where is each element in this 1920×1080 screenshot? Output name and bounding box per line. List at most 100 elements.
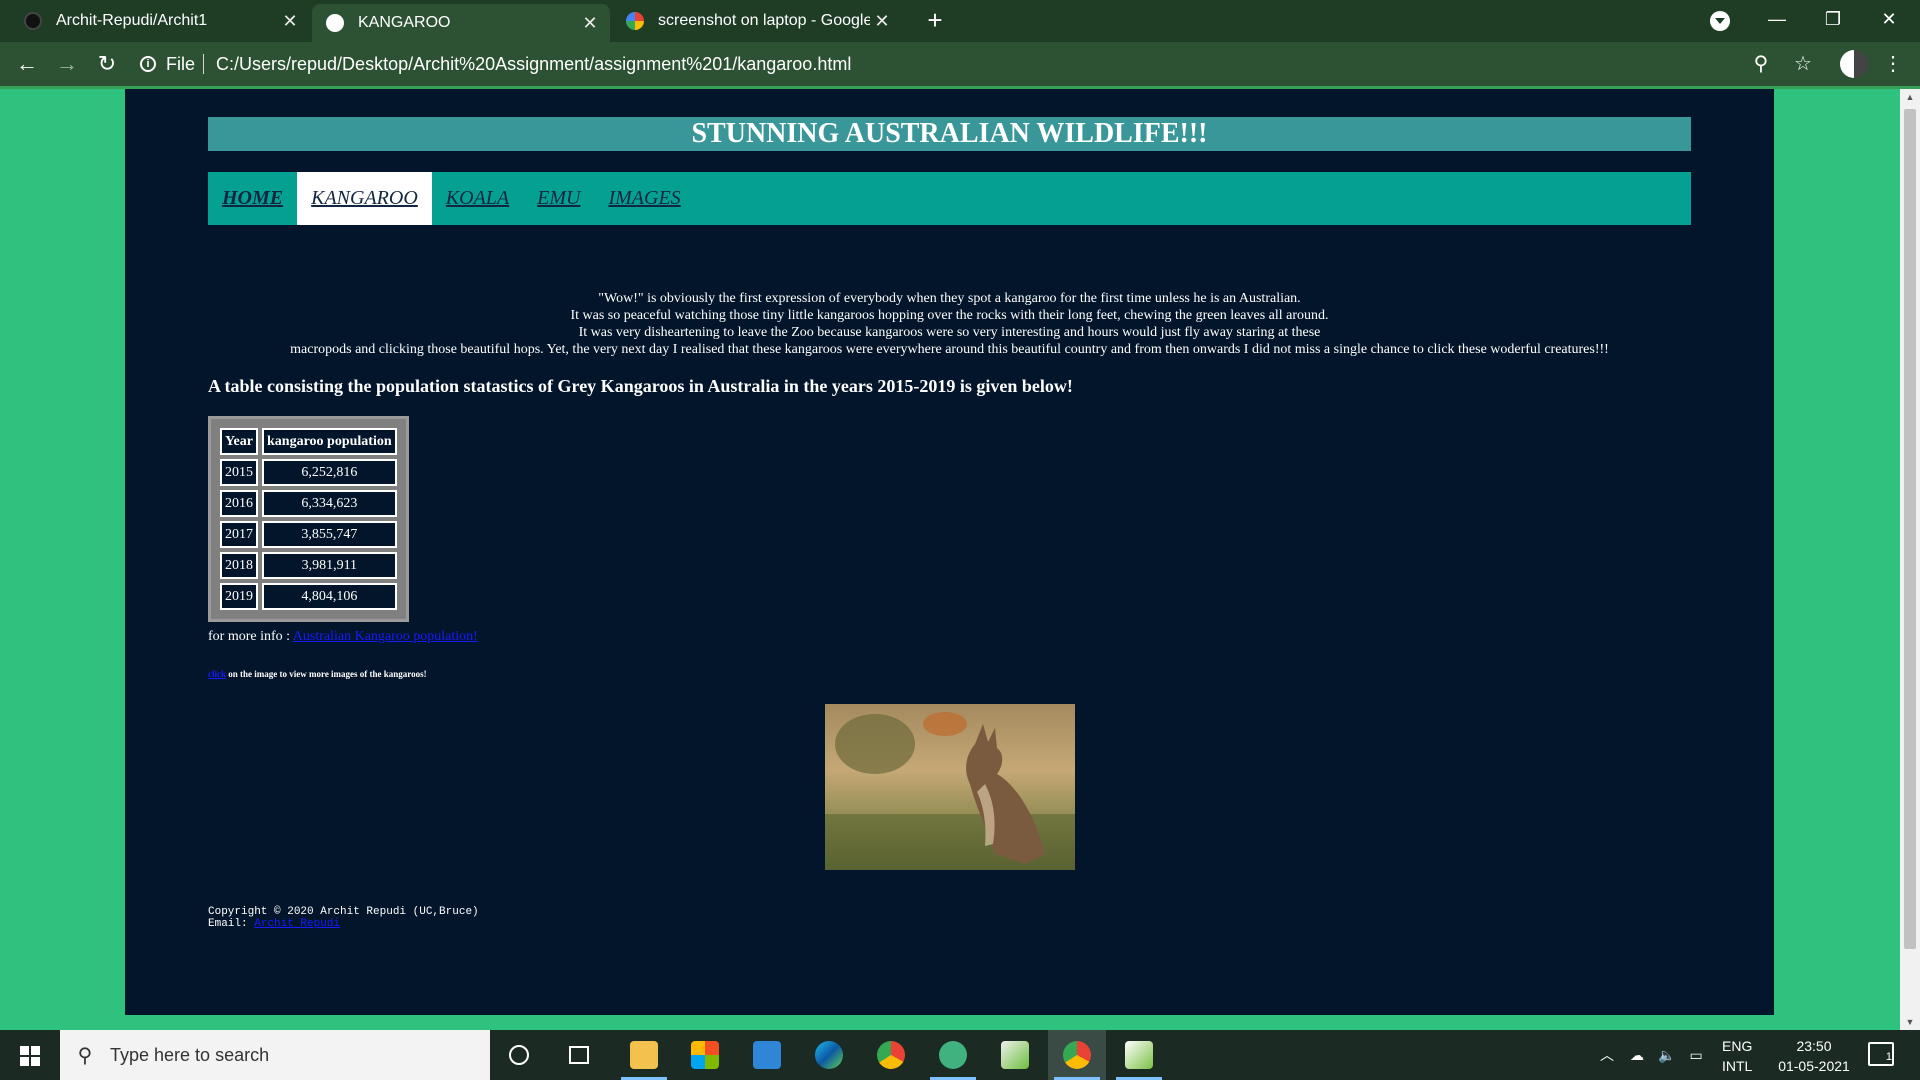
system-tray: ︿ ☁ 🔈 ▭ (1600, 1030, 1703, 1080)
browser-tab-strip: Archit-Repudi/Archit1 ✕ KANGAROO ✕ scree… (0, 0, 1920, 42)
language-indicator[interactable]: ENG INTL (1722, 1036, 1752, 1076)
scroll-down-arrow-icon[interactable]: ▼ (1900, 1014, 1920, 1030)
close-tab-icon[interactable]: ✕ (278, 11, 302, 32)
lang-bottom: INTL (1722, 1058, 1753, 1074)
intro-line: It was very disheartening to leave the Z… (578, 325, 1321, 340)
nav-emu[interactable]: EMU (523, 172, 594, 225)
address-bar[interactable]: i File C:/Users/repud/Desktop/Archit%20A… (140, 47, 1780, 81)
taskbar-chrome-active[interactable] (1048, 1030, 1106, 1080)
cell-year: 2015 (220, 459, 258, 486)
population-table: Year kangaroo population 2015 6,252,816 … (208, 416, 409, 622)
site-nav: HOME KANGAROO KOALA EMU IMAGES (208, 172, 1691, 225)
github-icon (24, 12, 42, 30)
table-row: 2015 6,252,816 (220, 459, 397, 486)
page-footer: Copyright © 2020 Archit Repudi (UC,Bruce… (208, 906, 479, 930)
tray-chevron-icon[interactable]: ︿ (1600, 1045, 1614, 1065)
windows-logo-icon (20, 1046, 40, 1066)
more-info-link[interactable]: Australian Kangaroo population! (293, 629, 478, 644)
divider (203, 54, 205, 74)
taskbar-atom[interactable] (924, 1030, 982, 1080)
cortana-button[interactable] (490, 1030, 548, 1080)
header-population: kangaroo population (262, 428, 397, 455)
windows-taskbar: ⚲ Type here to search ︿ ☁ 🔈 ▭ ENG INTL 2… (0, 1030, 1920, 1080)
back-arrow-icon[interactable]: ← (12, 49, 42, 79)
intro-line: macropods and clicking those beautiful h… (290, 342, 1609, 357)
table-row: 2017 3,855,747 (220, 521, 397, 548)
taskbar-notepad[interactable] (1110, 1030, 1168, 1080)
taskbar-mail[interactable] (738, 1030, 796, 1080)
notepad-icon (1125, 1041, 1153, 1069)
intro-line: "Wow!" is obviously the first expression… (598, 291, 1301, 306)
start-button[interactable] (0, 1030, 60, 1080)
cell-population: 6,252,816 (262, 459, 397, 486)
folder-icon (630, 1041, 658, 1069)
info-icon[interactable]: i (140, 56, 156, 72)
search-placeholder: Type here to search (110, 1044, 270, 1065)
taskbar-search[interactable]: ⚲ Type here to search (60, 1030, 490, 1080)
kangaroo-image[interactable] (825, 704, 1075, 870)
tab-title: KANGAROO (358, 14, 451, 31)
nav-kangaroo[interactable]: KANGAROO (297, 172, 432, 225)
nav-koala[interactable]: KOALA (432, 172, 523, 225)
intro-paragraph: "Wow!" is obviously the first expression… (125, 290, 1774, 358)
browser-toolbar: ← → ↻ i File C:/Users/repud/Desktop/Arch… (0, 42, 1920, 86)
taskbar-store[interactable] (676, 1030, 734, 1080)
restore-button[interactable]: ❐ (1810, 0, 1856, 38)
tab-google-search[interactable]: screenshot on laptop - Google Se ✕ (612, 0, 902, 42)
cell-year: 2019 (220, 583, 258, 610)
google-icon (626, 12, 644, 30)
taskbar-image-app[interactable] (986, 1030, 1044, 1080)
click-note: click on the image to view more images o… (208, 669, 427, 679)
notification-count: 1 (1885, 1051, 1892, 1063)
close-tab-icon[interactable]: ✕ (870, 11, 894, 32)
table-row: 2016 6,334,623 (220, 490, 397, 517)
scroll-up-arrow-icon[interactable]: ▲ (1900, 89, 1920, 105)
tab-search-icon[interactable] (1710, 11, 1730, 31)
volume-icon[interactable]: 🔈 (1658, 1047, 1675, 1064)
new-tab-button[interactable]: + (920, 6, 950, 36)
profile-avatar[interactable] (1840, 50, 1868, 78)
scroll-thumb[interactable] (1904, 109, 1916, 949)
onedrive-icon[interactable]: ☁ (1630, 1047, 1644, 1064)
store-icon (691, 1041, 719, 1069)
page-viewport: STUNNING AUSTRALIAN WILDLIFE!!! HOME KAN… (0, 89, 1920, 1030)
reload-icon[interactable]: ↻ (92, 49, 122, 79)
cell-population: 3,855,747 (262, 521, 397, 548)
bookmark-star-icon[interactable]: ☆ (1790, 51, 1816, 77)
chrome-profile-icon (1063, 1041, 1091, 1069)
cell-population: 3,981,911 (262, 552, 397, 579)
clock-time: 23:50 (1796, 1038, 1832, 1054)
battery-icon[interactable]: ▭ (1689, 1047, 1702, 1064)
notification-icon[interactable]: 1 (1868, 1042, 1894, 1066)
table-heading: A table consisting the population statas… (208, 376, 1073, 396)
footer-email-link[interactable]: Archit Repudi (254, 918, 340, 930)
intro-line: It was so peaceful watching those tiny l… (570, 308, 1329, 323)
kangaroo-photo (825, 712, 1075, 870)
file-label: File (166, 53, 196, 74)
page-scrollbar[interactable]: ▲ ▼ (1900, 89, 1920, 1030)
taskbar-chrome[interactable] (862, 1030, 920, 1080)
taskbar-file-explorer[interactable] (615, 1030, 673, 1080)
cell-year: 2016 (220, 490, 258, 517)
taskbar-edge[interactable] (800, 1030, 858, 1080)
close-tab-icon[interactable]: ✕ (578, 13, 602, 34)
tab-kangaroo[interactable]: KANGAROO ✕ (312, 4, 610, 42)
nav-images[interactable]: IMAGES (594, 172, 694, 225)
more-info-label: for more info : (208, 629, 291, 644)
table-row: 2018 3,981,911 (220, 552, 397, 579)
minimize-button[interactable]: — (1754, 0, 1800, 38)
globe-icon (326, 14, 344, 32)
cell-year: 2018 (220, 552, 258, 579)
url-text[interactable]: C:/Users/repud/Desktop/Archit%20Assignme… (216, 54, 851, 75)
clock[interactable]: 23:50 01-05-2021 (1764, 1036, 1864, 1076)
task-view-icon (569, 1046, 589, 1064)
menu-kebab-icon[interactable]: ⋮ (1880, 51, 1906, 77)
task-view-button[interactable] (550, 1030, 608, 1080)
zoom-icon[interactable]: ⚲ (1748, 51, 1774, 77)
tab-github[interactable]: Archit-Repudi/Archit1 ✕ (10, 0, 310, 42)
close-window-button[interactable]: ✕ (1866, 0, 1912, 38)
atom-icon (939, 1041, 967, 1069)
nav-home[interactable]: HOME (208, 172, 297, 225)
click-link[interactable]: click (208, 669, 226, 679)
forward-arrow-icon[interactable]: → (52, 49, 82, 79)
